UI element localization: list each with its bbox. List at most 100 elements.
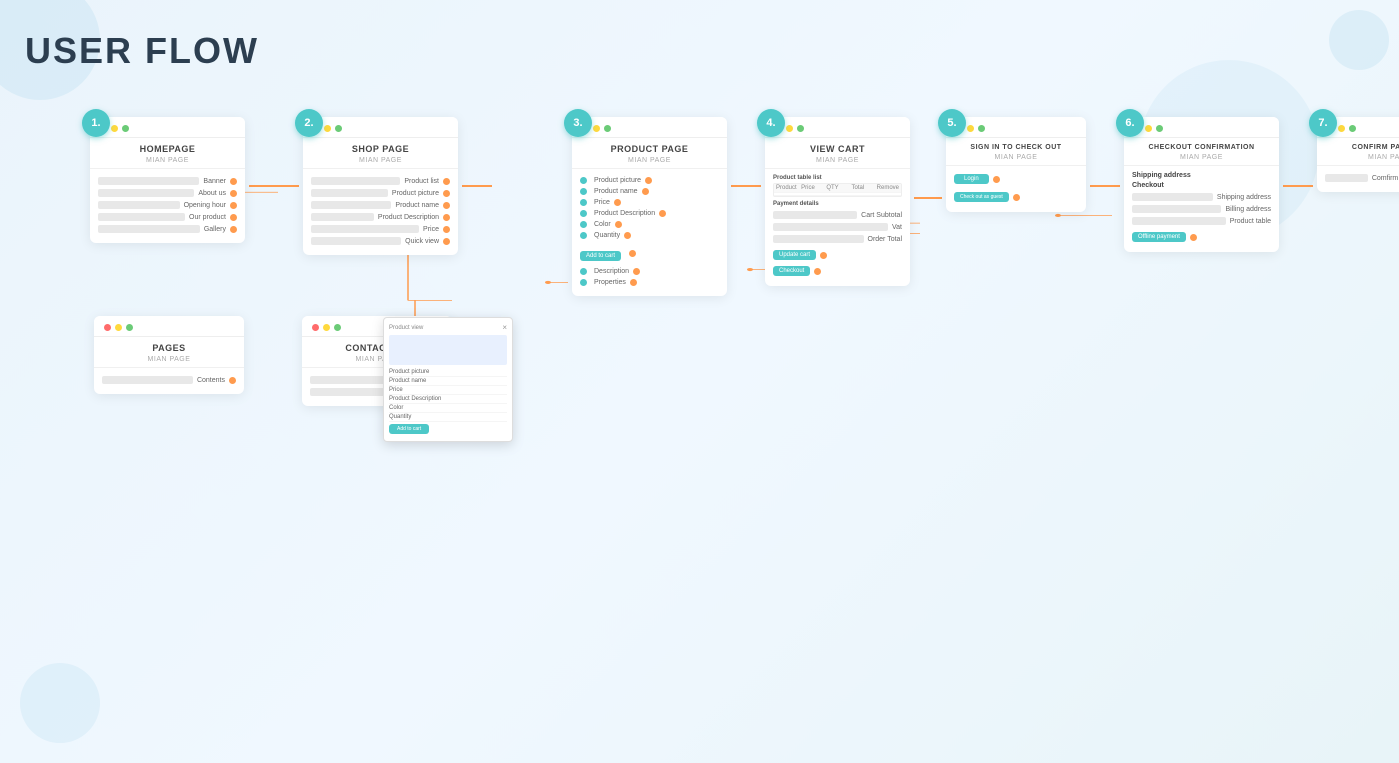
dot-green xyxy=(1349,125,1356,132)
node-body-checkout: Shipping address Checkout Shipping addre… xyxy=(1124,165,1279,252)
dot-teal xyxy=(580,221,587,228)
badge-5: 5. xyxy=(938,109,966,137)
node-row: Shipping address xyxy=(1132,191,1271,203)
dot-teal xyxy=(580,279,587,286)
card-header-dots xyxy=(90,117,245,138)
node-row: Product name xyxy=(311,199,450,211)
item-opening: Opening hour xyxy=(184,202,226,209)
th-remove: Remove xyxy=(875,184,901,193)
node-row: Opening hour xyxy=(98,199,237,211)
dot-conn xyxy=(443,178,450,185)
dot-green xyxy=(797,125,804,132)
card-viewcart: VIEW CART MIAN PAGE Product table list P… xyxy=(765,117,910,286)
dot-conn xyxy=(615,221,622,228)
connector-6-7 xyxy=(1283,185,1313,187)
item: Product Description xyxy=(594,210,655,217)
item: Vat xyxy=(892,224,902,231)
node-subtitle-checkout: MIAN PAGE xyxy=(1124,154,1279,165)
checkout-as-guest-btn[interactable]: Check out as guest xyxy=(954,192,1009,202)
node-subtitle-signin: MIAN PAGE xyxy=(946,154,1086,165)
card-header-dots xyxy=(765,117,910,138)
guest-row: Check out as guest xyxy=(954,190,1078,204)
item: Product name xyxy=(594,188,638,195)
dot-yellow xyxy=(324,125,331,132)
line-bar xyxy=(773,211,857,219)
cart-buttons: Update cart xyxy=(773,248,902,262)
popup-inner: Product view × Product picture Product n… xyxy=(383,317,513,442)
close-icon[interactable]: × xyxy=(502,323,507,332)
popup-header-row: Product view × xyxy=(389,323,507,332)
dot-teal xyxy=(580,188,587,195)
node-pages: PAGES MIAN PAGE Contents xyxy=(94,316,244,406)
dot-yellow xyxy=(115,324,122,331)
checkout-btn[interactable]: Checkout xyxy=(773,266,810,276)
spacer xyxy=(248,316,298,406)
item: Cart Subtotal xyxy=(861,212,902,219)
dot-yellow xyxy=(1145,125,1152,132)
dot-teal xyxy=(580,268,587,275)
th-total: Total xyxy=(849,184,874,193)
node-row: Quick view xyxy=(311,235,450,247)
node-subtitle-product: MIAN PAGE xyxy=(572,157,727,168)
dot-conn xyxy=(230,226,237,233)
dot-green xyxy=(335,125,342,132)
checkout-btn-row: Checkout xyxy=(773,264,902,278)
item-gallery: Gallery xyxy=(204,226,226,233)
dot-conn xyxy=(629,250,636,257)
addtocart-btn[interactable]: Add to cart xyxy=(580,251,621,261)
node-body-signin: Login Check out as guest xyxy=(946,165,1086,212)
node-title-confirm: CONFIRM PAYMENT xyxy=(1317,138,1399,154)
line-bar xyxy=(1132,193,1213,201)
node-body-product: Product picture Product name Price Produ… xyxy=(572,168,727,296)
line-bar xyxy=(1132,217,1226,225)
node-productpage: 3. PRODUCT PAGE MIAN PAGE Product pictur… xyxy=(572,117,727,296)
node-title-product: PRODUCT PAGE xyxy=(572,138,727,157)
item: Properties xyxy=(594,279,626,286)
node-signin: 5. SIGN IN TO CHECK OUT MIAN PAGE Login xyxy=(946,117,1086,212)
node-row: Contents xyxy=(102,374,236,386)
item: Product list xyxy=(404,178,439,185)
node-body-confirm: Comfirm payment fprm xyxy=(1317,165,1399,192)
item: Price xyxy=(594,199,610,206)
node-subtitle-viewcart: MIAN PAGE xyxy=(765,157,910,168)
item: Price xyxy=(423,226,439,233)
line-bar xyxy=(311,189,388,197)
card-header-dots xyxy=(303,117,458,138)
node-row: Quantity xyxy=(580,230,719,241)
card-homepage: HOMEPAGE MIAN PAGE Banner About us Openi… xyxy=(90,117,245,243)
dot-conn xyxy=(820,252,827,259)
popup-addtocart-btn[interactable]: Add to cart xyxy=(389,424,429,434)
node-row: Price xyxy=(580,197,719,208)
node-title-signin: SIGN IN TO CHECK OUT xyxy=(946,138,1086,154)
node-row: Billing address xyxy=(1132,203,1271,215)
item: Shipping address xyxy=(1217,194,1271,201)
offline-row: Offline payment xyxy=(1132,230,1271,244)
node-row: Price xyxy=(311,223,450,235)
dot-conn xyxy=(993,176,1000,183)
dot-conn xyxy=(1013,194,1020,201)
line-bar xyxy=(1325,174,1368,182)
update-cart-btn[interactable]: Update cart xyxy=(773,250,816,260)
dot-conn xyxy=(645,177,652,184)
login-row: Login xyxy=(954,172,1078,186)
node-subtitle-confirm: MIAN PAGE xyxy=(1317,154,1399,165)
item: Order Total xyxy=(868,236,903,243)
node-body-shop: Product list Product picture Product nam… xyxy=(303,168,458,255)
popup-label: Product view xyxy=(389,325,423,331)
node-row: Product picture xyxy=(311,187,450,199)
badge-7: 7. xyxy=(1309,109,1337,137)
dot-green xyxy=(978,125,985,132)
shipping-label: Shipping address xyxy=(1132,172,1271,179)
node-subtitle-pages: MIAN PAGE xyxy=(94,356,244,367)
node-body-pages: Contents xyxy=(94,367,244,394)
table-row xyxy=(774,193,901,196)
badge-1: 1. xyxy=(82,109,110,137)
login-btn[interactable]: Login xyxy=(954,174,989,184)
line-bar xyxy=(98,189,194,197)
offline-payment-btn[interactable]: Offline payment xyxy=(1132,232,1186,242)
line-bar xyxy=(98,213,185,221)
popup-row: Color xyxy=(389,404,507,413)
dot-yellow xyxy=(323,324,330,331)
node-row: About us xyxy=(98,187,237,199)
checkout-label: Checkout xyxy=(1132,182,1271,189)
